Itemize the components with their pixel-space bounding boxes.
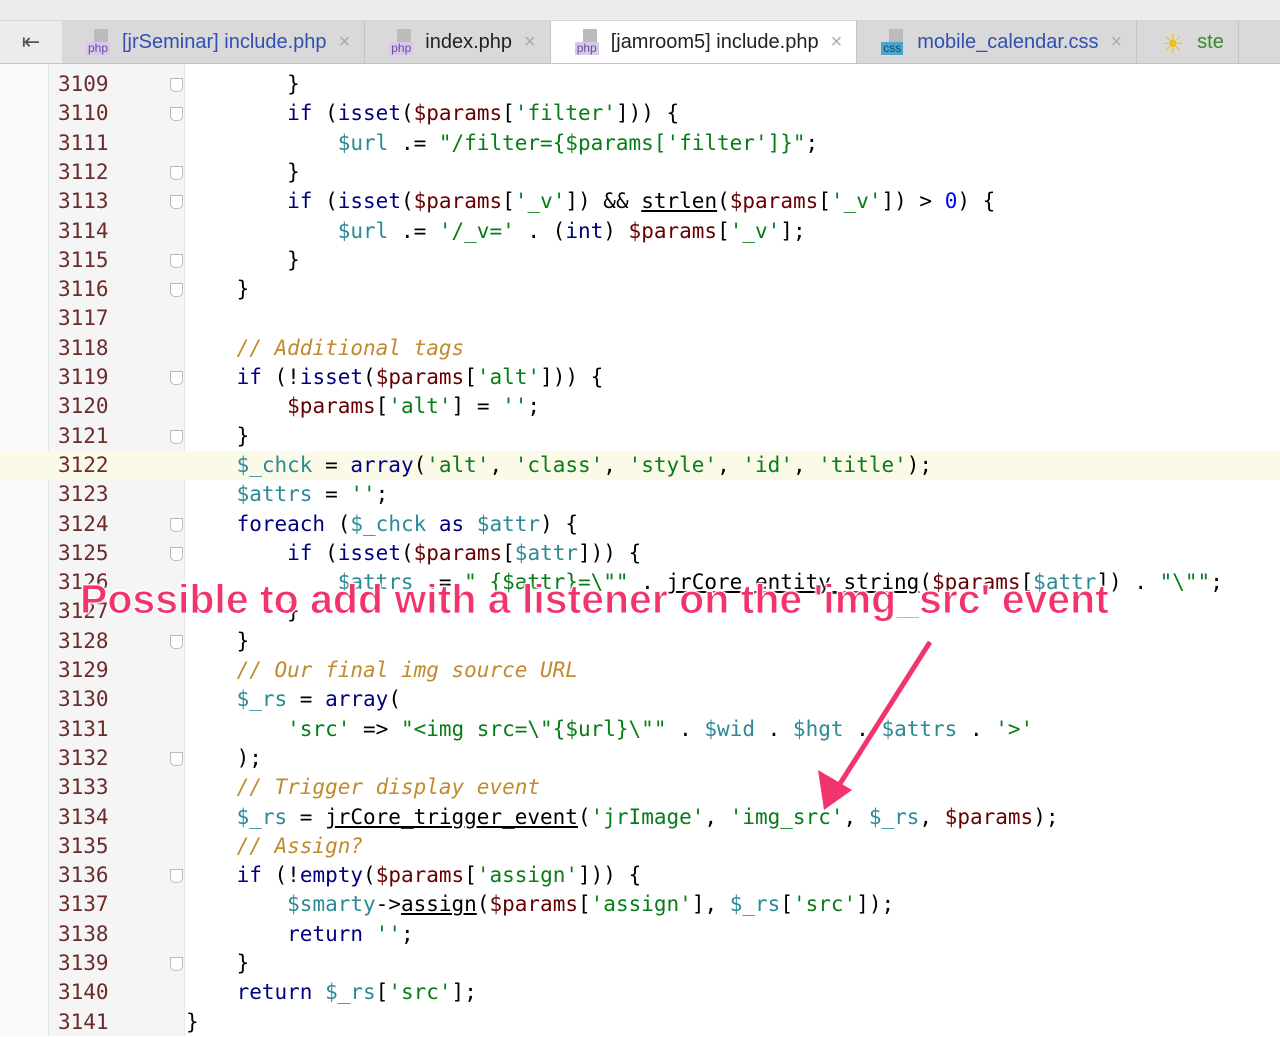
annotation-arrow-icon <box>818 640 933 810</box>
